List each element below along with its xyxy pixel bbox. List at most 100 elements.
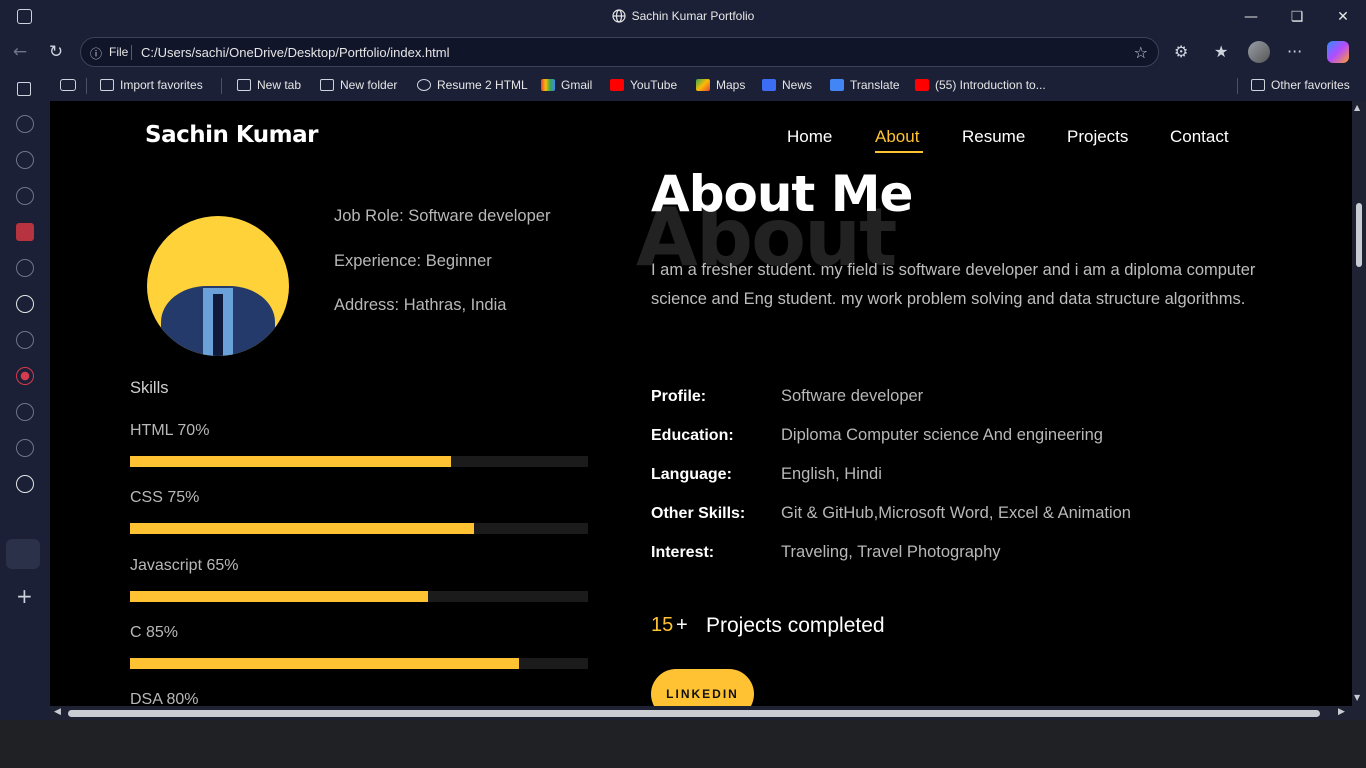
- detail-key: Profile:: [651, 388, 707, 405]
- address-bar[interactable]: ⓘ File C:/Users/sachi/OneDrive/Desktop/P…: [80, 37, 1159, 67]
- window-title-text: Sachin Kumar Portfolio: [631, 9, 755, 23]
- copilot-icon[interactable]: [1327, 41, 1349, 63]
- fav-new-folder[interactable]: New folder: [320, 78, 397, 92]
- extensions-icon[interactable]: ⚙: [1174, 42, 1188, 61]
- fav-youtube[interactable]: YouTube: [610, 78, 677, 92]
- tab-globe-icon[interactable]: [16, 259, 34, 277]
- minimize-button[interactable]: —: [1236, 6, 1266, 28]
- fav-other-favorites[interactable]: Other favorites: [1251, 78, 1350, 92]
- new-tab-plus-icon[interactable]: +: [16, 584, 33, 608]
- detail-value: Diploma Computer science And engineering: [781, 426, 1103, 444]
- scroll-left-icon[interactable]: ◀: [54, 707, 61, 717]
- skill-label: CSS 75%: [130, 489, 200, 506]
- fav-youtube-video[interactable]: (55) Introduction to...: [915, 78, 1046, 92]
- linkedin-button[interactable]: LINKEDIN: [651, 669, 754, 706]
- address-url[interactable]: C:/Users/sachi/OneDrive/Desktop/Portfoli…: [141, 45, 450, 60]
- skill-progress-track: [130, 591, 588, 602]
- fav-news[interactable]: News: [762, 78, 812, 92]
- nav-projects[interactable]: Projects: [1067, 127, 1128, 147]
- fav-gmail[interactable]: Gmail: [541, 78, 592, 92]
- vertical-scrollbar[interactable]: ▲ ▼: [1352, 101, 1366, 706]
- skill-progress-fill: [130, 456, 451, 467]
- skill-label: Javascript 65%: [130, 557, 239, 574]
- fav-import-favorites[interactable]: Import favorites: [100, 78, 203, 92]
- skill-progress-track: [130, 456, 588, 467]
- tab-globe-icon[interactable]: [16, 187, 34, 205]
- fav-label: (55) Introduction to...: [935, 78, 1046, 92]
- horizontal-scrollbar[interactable]: ◀ ▶: [50, 706, 1352, 720]
- gmail-icon: [541, 79, 555, 91]
- projects-plus: +: [676, 614, 688, 636]
- tab-globe-icon[interactable]: [16, 403, 34, 421]
- about-description: I am a fresher student. my field is soft…: [651, 261, 1256, 308]
- vertical-scroll-thumb[interactable]: [1356, 203, 1362, 267]
- skill-label: C 85%: [130, 624, 179, 641]
- translate-icon: [830, 79, 844, 91]
- site-brand[interactable]: Sachin Kumar: [145, 122, 318, 148]
- favorites-bar: Import favorites New tab New folder Resu…: [0, 70, 1366, 101]
- scroll-up-icon[interactable]: ▲: [1354, 103, 1360, 112]
- detail-key: Interest:: [651, 544, 715, 561]
- fav-maps[interactable]: Maps: [696, 78, 745, 92]
- projects-label: Projects completed: [706, 614, 885, 637]
- address-toolbar: ← ↻ ⓘ File C:/Users/sachi/OneDrive/Deskt…: [0, 34, 1366, 70]
- favbar-divider: [221, 78, 222, 94]
- folder-icon: [1251, 79, 1265, 91]
- nav-home[interactable]: Home: [787, 127, 832, 147]
- tab-globe-icon[interactable]: [16, 295, 34, 313]
- detail-value: English, Hindi: [781, 465, 882, 483]
- detail-key: Education:: [651, 427, 734, 444]
- globe-icon: [612, 9, 626, 23]
- detail-value: Git & GitHub,Microsoft Word, Excel & Ani…: [781, 504, 1131, 522]
- nav-contact[interactable]: Contact: [1170, 127, 1229, 147]
- experience: Experience: Beginner: [334, 252, 492, 270]
- refresh-button[interactable]: ↻: [44, 41, 68, 63]
- fav-translate[interactable]: Translate: [830, 78, 900, 92]
- browser-sidebar: +: [0, 70, 50, 720]
- tab-globe-icon[interactable]: [16, 151, 34, 169]
- fav-new-tab[interactable]: New tab: [237, 78, 301, 92]
- scroll-right-icon[interactable]: ▶: [1338, 707, 1345, 717]
- scroll-down-icon[interactable]: ▼: [1354, 693, 1360, 702]
- tab-globe-icon[interactable]: [16, 439, 34, 457]
- sidebar-tabs-icon[interactable]: [17, 82, 31, 96]
- favorites-icon[interactable]: ★: [1214, 42, 1228, 61]
- favorite-star-icon[interactable]: ☆: [1134, 43, 1148, 62]
- tab-pdf-icon[interactable]: [16, 223, 34, 241]
- fav-resume-2-html[interactable]: Resume 2 HTML: [417, 78, 528, 92]
- restore-button[interactable]: ❏: [1282, 6, 1312, 28]
- youtube-icon: [915, 79, 929, 91]
- active-tab-globe-icon[interactable]: [16, 475, 34, 493]
- tab-globe-icon[interactable]: [16, 115, 34, 133]
- nav-resume[interactable]: Resume: [962, 127, 1025, 147]
- address: Address: Hathras, India: [334, 296, 507, 314]
- skill-progress-track: [130, 523, 588, 534]
- fav-label: New tab: [257, 78, 302, 92]
- back-button[interactable]: ←: [8, 41, 32, 63]
- active-tab-highlight: [6, 539, 40, 569]
- maps-icon: [696, 79, 710, 91]
- favbar-divider: [1237, 78, 1238, 94]
- more-options-icon[interactable]: ···: [1287, 42, 1302, 61]
- close-button[interactable]: ✕: [1328, 6, 1358, 28]
- profile-avatar[interactable]: [1248, 41, 1270, 63]
- collections-icon[interactable]: [60, 79, 76, 91]
- skill-progress-fill: [130, 658, 520, 669]
- tab-globe-icon[interactable]: [16, 331, 34, 349]
- fav-label: Gmail: [561, 78, 593, 92]
- title-bar: Sachin Kumar Portfolio — ❏ ✕: [0, 0, 1366, 34]
- tab-icon: [237, 79, 251, 91]
- info-icon[interactable]: ⓘ: [90, 45, 102, 62]
- detail-key: Language:: [651, 466, 732, 483]
- horizontal-scroll-thumb[interactable]: [68, 710, 1320, 717]
- projects-count: 15: [651, 614, 674, 636]
- tab-record-icon[interactable]: [16, 367, 34, 385]
- detail-key: Other Skills:: [651, 505, 746, 522]
- fav-label: Maps: [716, 78, 746, 92]
- detail-value: Traveling, Travel Photography: [781, 543, 1001, 561]
- globe-icon: [417, 79, 431, 91]
- nav-about[interactable]: About: [875, 127, 919, 147]
- about-title: About Me: [651, 165, 913, 223]
- fav-label: Resume 2 HTML: [437, 78, 528, 92]
- fav-label: Translate: [850, 78, 900, 92]
